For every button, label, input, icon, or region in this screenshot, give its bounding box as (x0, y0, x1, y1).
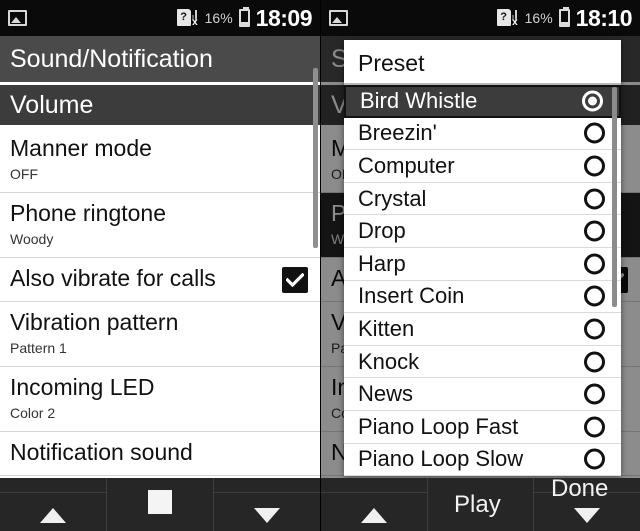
nav-back-button[interactable] (321, 478, 427, 531)
setting-row-phone-ringtone[interactable]: Phone ringtone Woody (0, 193, 320, 258)
preset-options-list[interactable]: Bird Whistle Breezin' Computer Crystal D… (344, 85, 621, 476)
radio-button-icon[interactable] (584, 416, 605, 438)
radio-button-icon[interactable] (584, 351, 605, 373)
section-header-volume[interactable]: Volume (0, 82, 320, 128)
preset-option-drop[interactable]: Drop (344, 215, 621, 248)
status-bar-right-icons: ? x 16% 18:09 (176, 4, 313, 32)
option-label: Breezin' (358, 120, 437, 146)
sim-card-question: ? (496, 9, 511, 26)
preset-option-computer[interactable]: Computer (344, 150, 621, 183)
status-bar-left-icons (8, 10, 27, 26)
option-label: Drop (358, 218, 406, 244)
setting-row-manner-mode[interactable]: Manner mode OFF (0, 128, 320, 193)
option-label: Computer (358, 152, 455, 178)
sound-notification-settings-page: Sound/Notification Volume Manner mode OF… (0, 36, 320, 531)
option-label: Harp (358, 250, 406, 276)
row-title: Also vibrate for calls (10, 265, 216, 291)
settings-scrollbar-thumb[interactable] (313, 68, 318, 248)
setting-row-vibration-pattern[interactable]: Vibration pattern Pattern 1 (0, 302, 320, 367)
row-subtitle: Woody (10, 231, 54, 247)
nav-recents-button[interactable] (213, 478, 320, 531)
option-label: Insert Coin (358, 283, 465, 309)
radio-button-icon[interactable] (584, 318, 605, 340)
image-icon (8, 10, 27, 26)
option-label: Piano Loop Fast (358, 413, 519, 439)
option-label: News (358, 381, 414, 407)
sim-card-error-icon: ? x (176, 9, 199, 28)
radio-button-icon[interactable] (584, 122, 605, 144)
nav-home-button[interactable] (106, 478, 213, 531)
checkbox-also-vibrate[interactable] (282, 266, 308, 293)
dual-screenshot-container: ? x 16% 18:09 Sound/Notification Volume … (0, 0, 640, 531)
status-bar-left-icons (329, 10, 348, 26)
option-label: Knock (358, 348, 420, 374)
preset-dialog: Preset Bird Whistle Breezin' Computer Cr… (344, 40, 621, 476)
right-phone-screen: ? x 16% 18:10 Sound/Notification Volume … (320, 0, 640, 531)
preset-option-kitten[interactable]: Kitten (344, 313, 621, 346)
preset-option-crystal[interactable]: Crystal (344, 182, 621, 216)
done-button[interactable]: Done (551, 475, 608, 503)
sim-x-mark: x (192, 17, 198, 28)
checkmark-icon (286, 272, 304, 287)
sim-x-mark: x (512, 17, 518, 28)
battery-percent-label: 16% (524, 10, 553, 26)
triangle-down-icon (574, 508, 601, 523)
option-label: Piano Loop Slow (358, 446, 524, 472)
option-label: Kitten (358, 315, 415, 341)
row-title: Vibration pattern (10, 309, 179, 335)
settings-scrollbar[interactable] (313, 36, 319, 531)
row-subtitle: Color 2 (10, 405, 56, 421)
option-label: Crystal (358, 185, 427, 211)
preset-option-piano-loop-fast[interactable]: Piano Loop Fast (344, 410, 621, 444)
row-subtitle: OFF (10, 166, 38, 182)
row-subtitle: Pattern 1 (10, 340, 67, 356)
dialog-scrollbar[interactable] (612, 85, 619, 476)
radio-button-icon[interactable] (584, 253, 605, 275)
system-navigation-bar-left (0, 478, 320, 531)
radio-button-icon[interactable] (584, 188, 605, 210)
radio-button-icon[interactable] (584, 155, 605, 177)
row-title: Phone ringtone (10, 200, 167, 226)
clock-label: 18:10 (575, 4, 633, 31)
preset-option-breezin[interactable]: Breezin' (344, 117, 621, 151)
dialog-title: Preset (344, 40, 621, 85)
status-bar-left: ? x 16% 18:09 (0, 0, 320, 36)
setting-row-notification-sound[interactable]: Notification sound (0, 432, 320, 476)
row-title: Incoming LED (10, 374, 155, 400)
row-title: Notification sound (10, 439, 193, 465)
left-phone-screen: ? x 16% 18:09 Sound/Notification Volume … (0, 0, 320, 531)
image-icon (329, 10, 348, 26)
battery-icon (558, 7, 570, 27)
triangle-up-icon (40, 508, 66, 523)
radio-button-icon[interactable] (584, 220, 605, 242)
preset-option-news[interactable]: News (344, 378, 621, 411)
nav-back-button[interactable] (0, 478, 106, 531)
sim-card-error-icon: ? x (496, 9, 519, 28)
preset-option-insert-coin[interactable]: Insert Coin (344, 280, 621, 314)
dialog-scrollbar-thumb[interactable] (612, 87, 617, 307)
battery-percent-label: 16% (204, 10, 233, 26)
battery-icon (238, 7, 250, 27)
clock-label: 18:09 (255, 4, 313, 31)
option-label: Bird Whistle (360, 88, 478, 114)
status-bar-right: ? x 16% 18:10 (321, 0, 640, 36)
status-bar-right-icons: ? x 16% 18:10 (496, 4, 633, 32)
radio-button-icon[interactable] (584, 448, 605, 470)
preset-option-piano-loop-slow[interactable]: Piano Loop Slow (344, 443, 621, 476)
setting-row-also-vibrate-for-calls[interactable]: Also vibrate for calls (0, 258, 320, 302)
play-button[interactable]: Play (454, 491, 501, 519)
preset-option-bird-whistle[interactable]: Bird Whistle (344, 85, 621, 118)
setting-row-incoming-led[interactable]: Incoming LED Color 2 (0, 367, 320, 432)
preset-option-harp[interactable]: Harp (344, 247, 621, 281)
radio-button-icon[interactable] (584, 383, 605, 405)
sim-card-question: ? (176, 9, 191, 26)
radio-button-icon[interactable] (584, 285, 605, 307)
square-home-icon (148, 489, 172, 514)
triangle-down-icon (254, 508, 280, 523)
preset-option-knock[interactable]: Knock (344, 345, 621, 379)
triangle-up-icon (360, 508, 387, 523)
page-title: Sound/Notification (0, 36, 320, 82)
radio-button-icon[interactable] (582, 90, 603, 112)
row-title: Manner mode (10, 135, 152, 161)
